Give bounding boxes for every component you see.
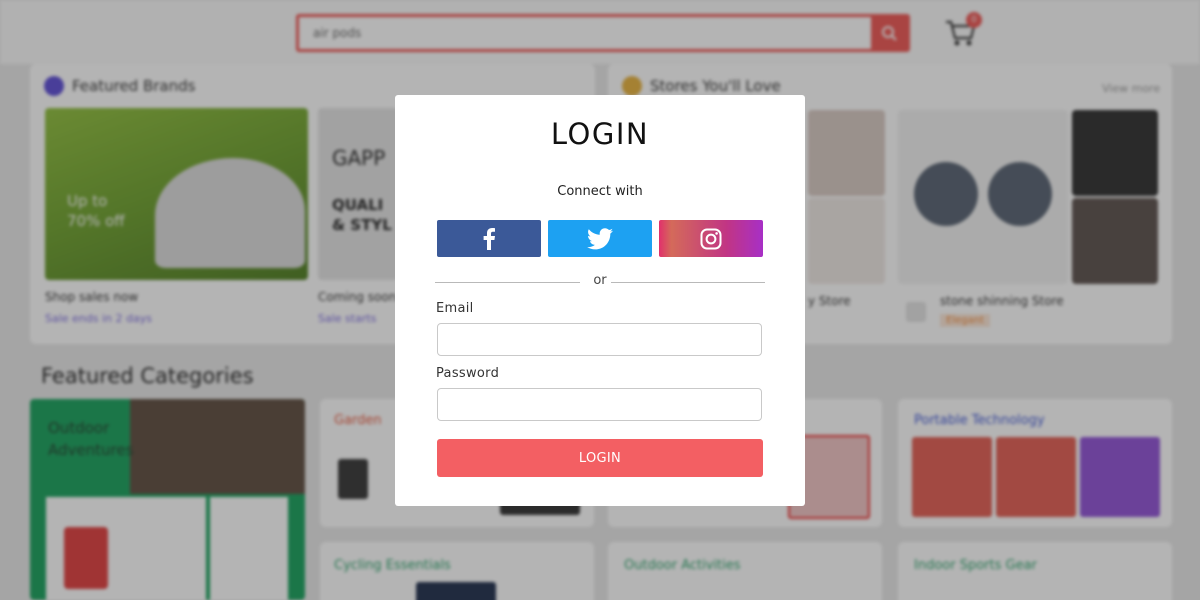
login-title: LOGIN xyxy=(550,117,650,151)
or-divider-label: or xyxy=(593,273,607,288)
login-submit-button[interactable]: LOGIN xyxy=(437,439,763,477)
email-field[interactable] xyxy=(437,323,762,356)
divider-line xyxy=(611,282,765,283)
password-label: Password xyxy=(436,366,500,381)
instagram-login-button[interactable] xyxy=(659,220,763,257)
email-label: Email xyxy=(436,301,474,316)
password-field[interactable] xyxy=(437,388,762,421)
connect-with-label: Connect with xyxy=(557,184,643,199)
twitter-login-button[interactable] xyxy=(548,220,652,257)
twitter-icon xyxy=(587,227,613,249)
facebook-icon xyxy=(483,227,495,250)
instagram-icon xyxy=(700,228,722,249)
login-modal: LOGIN Connect with or Email Password LOG… xyxy=(395,95,805,506)
divider-line xyxy=(435,282,580,283)
facebook-login-button[interactable] xyxy=(437,220,541,257)
